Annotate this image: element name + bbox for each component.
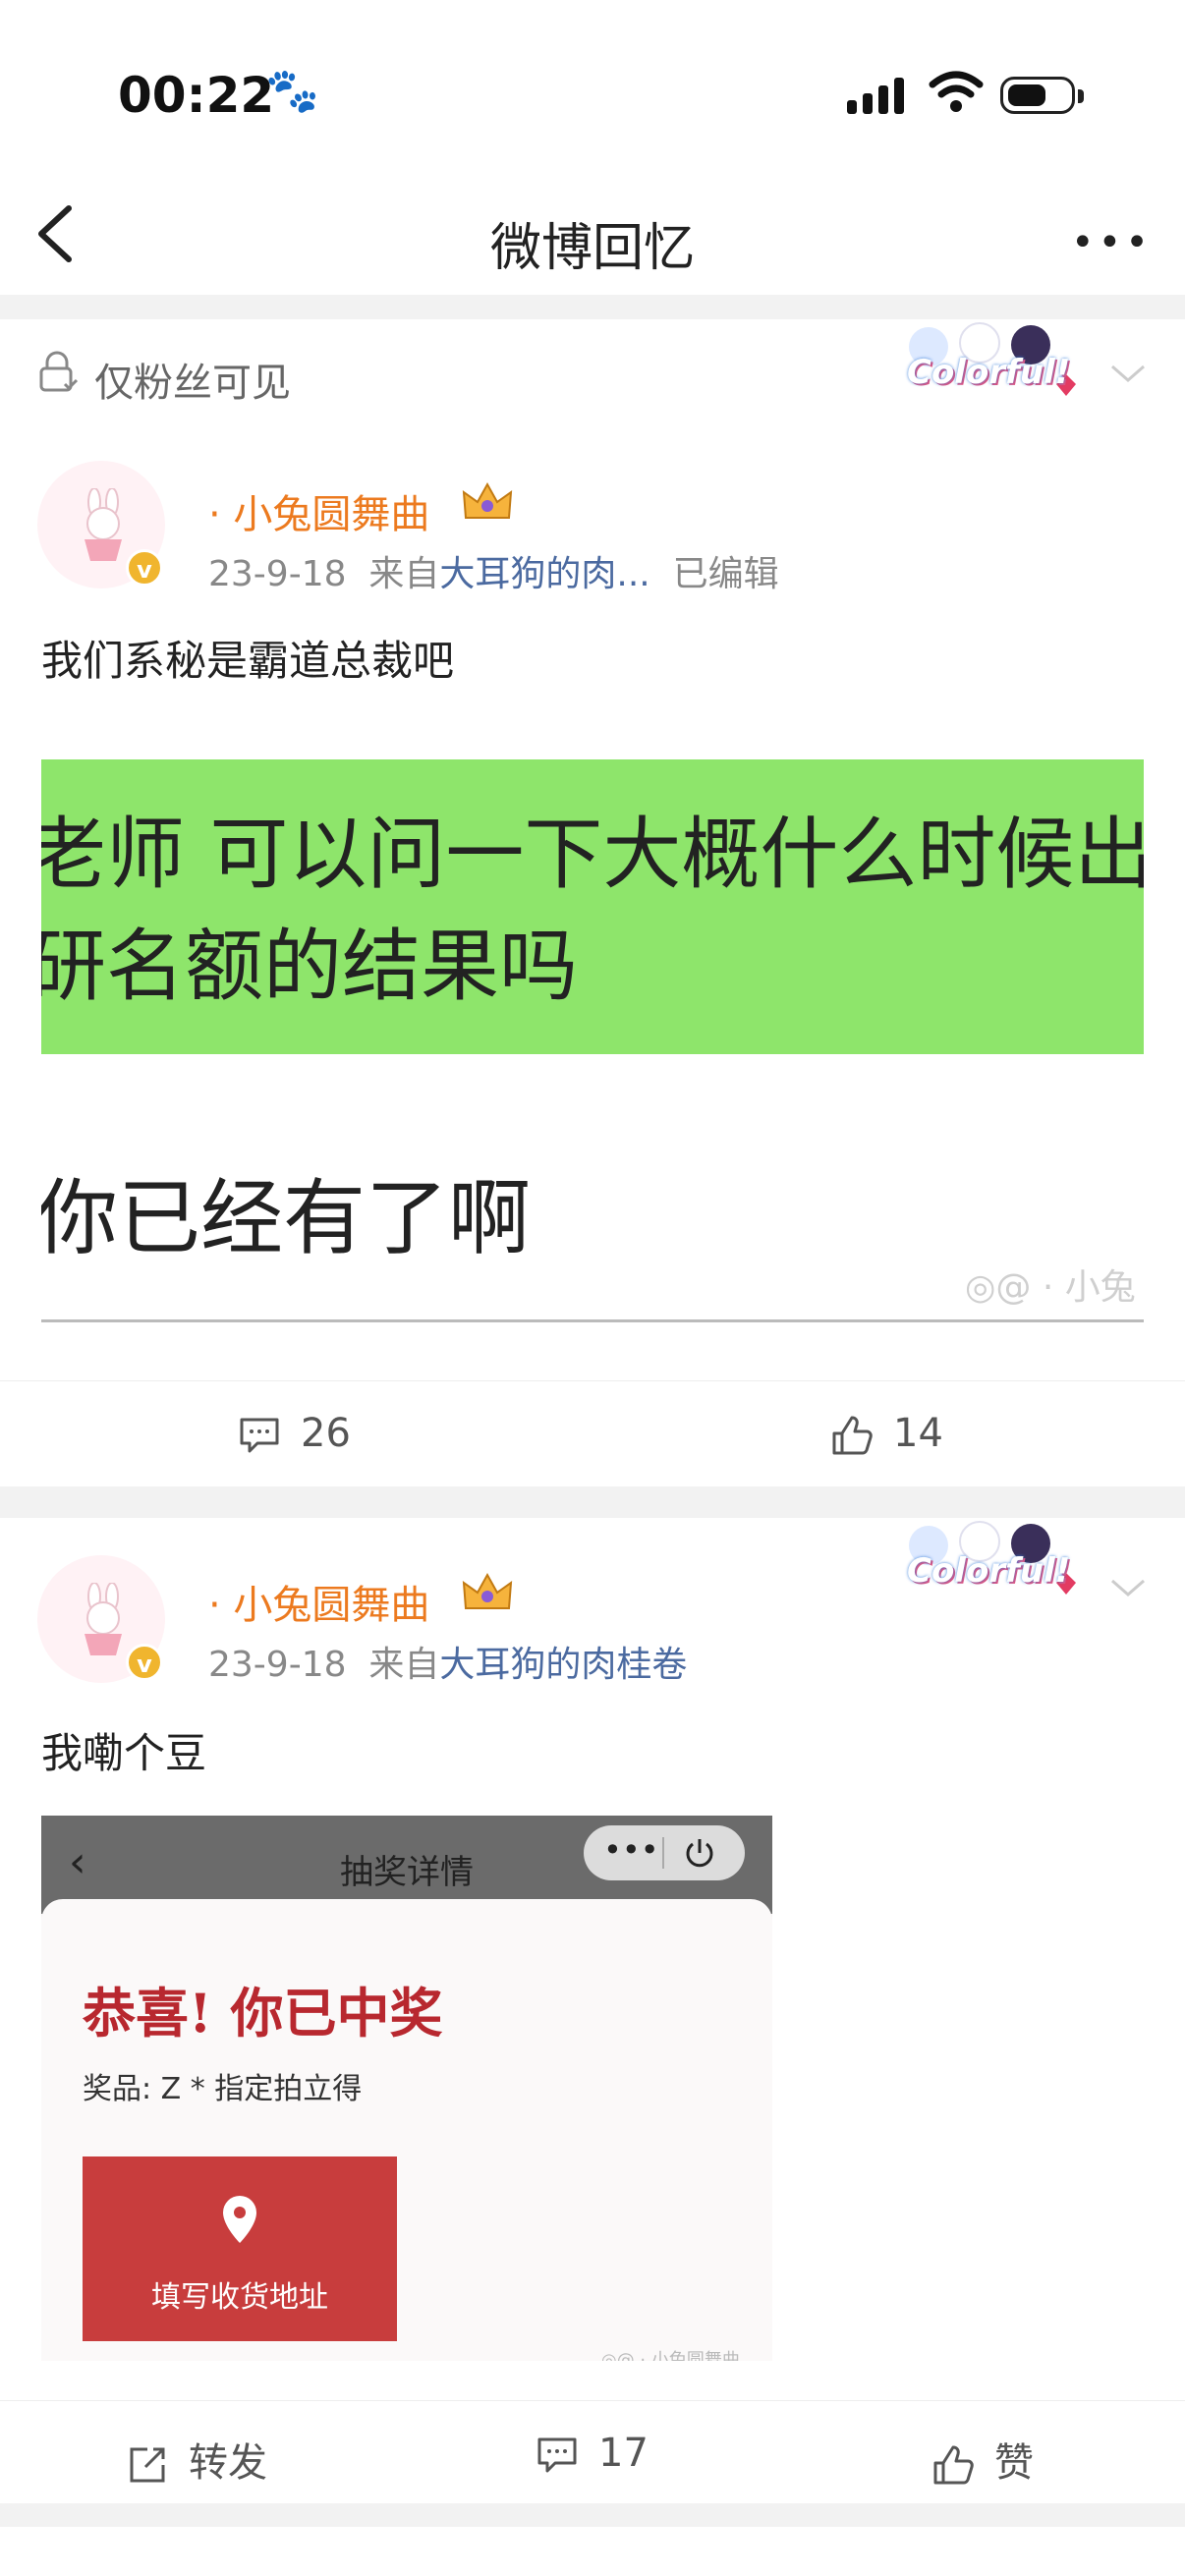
- post-meta: 23-9-18 来自大耳狗的肉... 已编辑: [208, 545, 779, 596]
- post-image[interactable]: ‹ 抽奖详情 ••• 恭喜! 你已中奖 奖品: Z * 指定拍立得 填写收货地址: [41, 1816, 772, 2361]
- chat-line-2: 研名额的结果吗: [41, 921, 578, 1012]
- bunny-cupcake-icon: [85, 488, 122, 561]
- post-text: 我嘞个豆: [41, 1729, 207, 1777]
- page-title: 微博回忆: [489, 219, 695, 278]
- badge-text: Colorful!: [907, 1551, 1071, 1591]
- bunny-cupcake-icon: [85, 1583, 122, 1655]
- post-username[interactable]: · 小兔圆舞曲: [208, 1573, 429, 1630]
- like-button[interactable]: 14: [830, 1411, 943, 1457]
- avatar[interactable]: v: [37, 1555, 165, 1683]
- fans-only-lock-icon: [39, 351, 79, 392]
- miniapp-capsule: •••: [584, 1825, 745, 1880]
- avatar[interactable]: v: [37, 461, 165, 588]
- fill-address-label: 填写收货地址: [151, 2280, 328, 2315]
- signal-icon: [847, 78, 904, 114]
- crown-icon: [462, 481, 513, 519]
- thumbs-up-icon: [933, 2445, 974, 2485]
- more-options-icon[interactable]: •••: [1071, 220, 1153, 265]
- colorful-badge: Colorful!: [889, 1518, 1086, 1606]
- chat-line-1: 老师 可以问一下大概什么时候出保: [41, 809, 1144, 900]
- verified-badge-icon: v: [126, 549, 163, 587]
- post-source-link[interactable]: 大耳狗的肉桂卷: [439, 1645, 687, 1685]
- post-source-link[interactable]: 大耳狗的肉...: [439, 554, 649, 594]
- post-image[interactable]: 老师 可以问一下大概什么时候出保 研名额的结果吗 你已经有了啊 ◎@ · 小兔: [41, 759, 1144, 1331]
- like-label: 赞: [994, 2440, 1034, 2486]
- power-icon: [686, 1839, 713, 1868]
- colorful-badge: Colorful!: [889, 319, 1086, 408]
- location-pin-icon: [223, 2196, 256, 2243]
- image-watermark: ◎@ · 小兔圆舞曲: [601, 2350, 740, 2361]
- post-actions: 转发 17 赞: [0, 2400, 1185, 2509]
- post-actions: 26 14: [0, 1380, 1185, 1489]
- fill-address-button: 填写收货地址: [83, 2156, 397, 2341]
- from-prefix: 来自: [368, 554, 440, 594]
- chevron-down-icon[interactable]: [1108, 1573, 1148, 1602]
- thumbs-up-icon: [832, 1416, 873, 1455]
- battery-icon: [1000, 77, 1084, 114]
- crown-icon: [462, 1572, 513, 1609]
- visibility-bar: 仅粉丝可见 Colorful!: [0, 319, 1185, 426]
- post-text: 我们系秘是霸道总裁吧: [41, 637, 455, 685]
- paw-icon: 🐾: [265, 66, 319, 116]
- divider: [41, 1319, 1144, 1322]
- image-watermark: ◎@ · 小兔: [965, 1267, 1136, 1308]
- next-post-peek: [0, 2527, 1185, 2576]
- chevron-down-icon[interactable]: [1108, 359, 1148, 388]
- congrats-text: 恭喜! 你已中奖: [83, 1982, 443, 2044]
- comment-button[interactable]: 17: [536, 2431, 649, 2476]
- repost-label: 转发: [189, 2440, 267, 2486]
- post-date: 23-9-18: [208, 1645, 347, 1685]
- lottery-panel: 恭喜! 你已中奖 奖品: Z * 指定拍立得 填写收货地址: [41, 1899, 772, 2361]
- chat-reply: 你已经有了啊: [41, 1170, 532, 1266]
- like-button[interactable]: 赞: [931, 2431, 1034, 2488]
- comment-icon: [240, 1418, 279, 1453]
- post-meta: 23-9-18 来自大耳狗的肉桂卷: [208, 1636, 687, 1687]
- wifi-icon: [929, 71, 984, 112]
- prize-text: 奖品: Z * 指定拍立得: [83, 2072, 363, 2106]
- edited-label: 已编辑: [672, 554, 779, 594]
- post-date: 23-9-18: [208, 554, 347, 594]
- fans-only-label: 仅粉丝可见: [94, 361, 291, 406]
- chat-bubble-green: 老师 可以问一下大概什么时候出保 研名额的结果吗: [41, 759, 1144, 1054]
- capsule-more-icon: •••: [603, 1831, 659, 1869]
- status-time: 00:22: [118, 67, 275, 124]
- post-card[interactable]: v · 小兔圆舞曲 23-9-18 来自大耳狗的肉... 已编辑 我们系秘是霸道…: [0, 425, 1185, 1486]
- comment-icon: [537, 2437, 577, 2473]
- like-count: 14: [893, 1411, 943, 1456]
- repost-icon: [130, 2447, 165, 2483]
- post-card[interactable]: Colorful! v · 小兔圆舞曲 23-9-18 来自大耳狗的肉桂卷 我嘞…: [0, 1518, 1185, 2503]
- status-bar: 00:22 🐾: [0, 0, 1185, 177]
- comment-button[interactable]: 26: [238, 1411, 351, 1456]
- badge-text: Colorful!: [907, 353, 1071, 392]
- from-prefix: 来自: [368, 1645, 440, 1685]
- comment-count: 26: [301, 1411, 351, 1456]
- comment-count: 17: [598, 2431, 649, 2476]
- post-username[interactable]: · 小兔圆舞曲: [208, 482, 429, 539]
- verified-badge-icon: v: [126, 1644, 163, 1681]
- nav-bar: 微博回忆 •••: [0, 177, 1185, 295]
- repost-button[interactable]: 转发: [126, 2431, 267, 2488]
